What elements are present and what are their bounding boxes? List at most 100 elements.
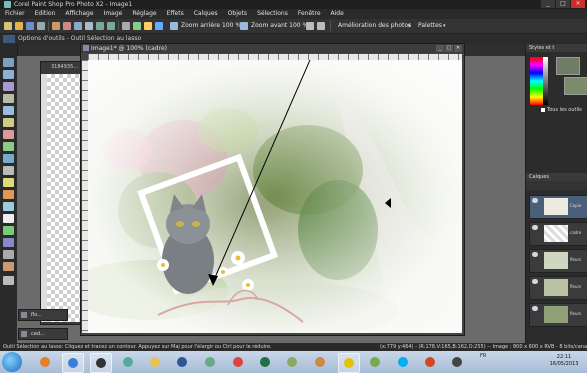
lasso-tool-icon[interactable] xyxy=(3,70,14,79)
all-tools-checkbox[interactable]: Tous les outils xyxy=(541,107,582,113)
undo-icon[interactable] xyxy=(96,22,104,30)
copy-icon[interactable] xyxy=(74,22,82,30)
red-eye-icon[interactable] xyxy=(3,130,14,139)
menu-objets[interactable]: Objets xyxy=(223,9,252,19)
layer-item[interactable]: fleurs xyxy=(529,303,587,327)
eraser-icon[interactable] xyxy=(3,190,14,199)
text-tool-icon[interactable] xyxy=(3,214,14,223)
image-window[interactable]: Image1* @ 100% (cadre) _ □ ✕ xyxy=(80,43,465,336)
menu-calques[interactable]: Calques xyxy=(189,9,223,19)
taskbar-dark-icon[interactable] xyxy=(447,353,467,371)
taskbar-psp-icon[interactable] xyxy=(90,353,112,373)
taskbar-image-icon[interactable] xyxy=(200,353,220,371)
picture-tube-icon[interactable] xyxy=(3,262,14,271)
taskbar-media-icon[interactable] xyxy=(35,353,55,371)
redo-icon[interactable] xyxy=(107,22,115,30)
checkbox-icon[interactable] xyxy=(541,108,545,112)
taskbar-excel-icon[interactable] xyxy=(255,353,275,371)
taskbar-skype-icon[interactable] xyxy=(393,353,413,371)
magic-wand-icon[interactable] xyxy=(3,118,14,127)
save-icon[interactable] xyxy=(26,22,34,30)
taskbar-ie-icon[interactable] xyxy=(62,353,84,373)
foreground-color-swatch[interactable] xyxy=(556,57,580,75)
image-maximize-button[interactable]: □ xyxy=(445,45,453,52)
visibility-eye-icon[interactable] xyxy=(532,279,538,284)
menu-reglage[interactable]: Réglage xyxy=(127,9,161,19)
minimize-button[interactable]: _ xyxy=(541,0,555,8)
actual-size-icon[interactable] xyxy=(317,22,325,30)
change-to-target-icon[interactable] xyxy=(3,166,14,175)
zoom-out-icon[interactable] xyxy=(240,22,248,30)
visibility-eye-icon[interactable] xyxy=(532,198,538,203)
taskbar-app-icon[interactable] xyxy=(282,353,302,371)
pan-tool-icon[interactable] xyxy=(3,58,14,67)
star-icon[interactable] xyxy=(144,22,152,30)
language-indicator[interactable]: FR xyxy=(480,353,486,359)
taskbar-ppt-icon[interactable] xyxy=(420,353,440,371)
print-icon[interactable] xyxy=(37,22,45,30)
pick-tool-icon[interactable] xyxy=(3,82,14,91)
taskbar-app2-icon[interactable] xyxy=(310,353,330,371)
layer-name: Copie xyxy=(570,203,582,208)
menu-image[interactable]: Image xyxy=(99,9,128,19)
image-minimize-button[interactable]: _ xyxy=(436,45,444,52)
taskbar-psp2-icon[interactable] xyxy=(365,353,385,371)
resize-icon[interactable] xyxy=(122,22,130,30)
taskbar-folder-icon[interactable] xyxy=(145,353,165,371)
taskbar-clock[interactable]: 22:11 16/05/2013 xyxy=(548,354,580,368)
chevron-down-icon[interactable]: ▾ xyxy=(408,21,411,31)
straighten-tool-icon[interactable] xyxy=(3,106,14,115)
menu-affichage[interactable]: Affichage xyxy=(60,9,98,19)
visibility-eye-icon[interactable] xyxy=(532,306,538,311)
menu-edition[interactable]: Edition xyxy=(30,9,61,19)
chevron-down-icon[interactable]: ▾ xyxy=(443,21,446,31)
fill-icon[interactable] xyxy=(3,202,14,211)
taskbar-chart-icon[interactable] xyxy=(118,353,138,371)
layer-item[interactable]: fleurs xyxy=(529,249,587,273)
image-close-button[interactable]: ✕ xyxy=(454,45,462,52)
fit-window-icon[interactable] xyxy=(306,22,314,30)
zoom-out-button[interactable]: Zoom avant 100 % xyxy=(251,21,308,31)
layer-item[interactable]: fleurs xyxy=(529,276,587,300)
start-button-icon[interactable] xyxy=(2,352,22,372)
visibility-eye-icon[interactable] xyxy=(532,225,538,230)
zoom-in-icon[interactable] xyxy=(170,22,178,30)
taskbar-word-icon[interactable] xyxy=(172,353,192,371)
taskbar-st-icon[interactable] xyxy=(338,353,360,373)
palettes-menu[interactable]: Palettes xyxy=(418,21,442,31)
pen-tool-icon[interactable] xyxy=(3,238,14,247)
maximize-button[interactable]: □ xyxy=(556,0,570,8)
preset-shape-icon[interactable] xyxy=(3,226,14,235)
visibility-eye-icon[interactable] xyxy=(532,252,538,257)
help-icon[interactable] xyxy=(155,22,163,30)
dropper-icon[interactable] xyxy=(3,154,14,163)
cut-icon[interactable] xyxy=(63,22,71,30)
more-tools-icon[interactable] xyxy=(3,276,14,285)
open-folder-icon[interactable] xyxy=(15,22,23,30)
image-canvas[interactable] xyxy=(88,60,462,333)
layer-item[interactable]: cadre xyxy=(529,222,587,246)
minimized-window-flo[interactable]: flo... xyxy=(18,309,68,321)
warp-tool-icon[interactable] xyxy=(3,250,14,259)
grayscale-strip[interactable] xyxy=(543,57,548,105)
menu-selections[interactable]: Sélections xyxy=(252,9,293,19)
paint-brush-icon[interactable] xyxy=(3,178,14,187)
minimized-window-cad[interactable]: cad... xyxy=(18,328,68,340)
zoom-in-button[interactable]: Zoom arrière 100 % xyxy=(181,21,241,31)
paste-icon[interactable] xyxy=(85,22,93,30)
new-file-icon[interactable] xyxy=(4,22,12,30)
background-color-swatch[interactable] xyxy=(564,77,587,95)
color-spectrum[interactable] xyxy=(530,57,543,105)
close-button[interactable]: ✕ xyxy=(571,0,585,8)
crop-tool-icon[interactable] xyxy=(3,94,14,103)
clone-brush-icon[interactable] xyxy=(3,142,14,151)
taskbar-chrome-icon[interactable] xyxy=(228,353,248,371)
menu-fenetre[interactable]: Fenêtre xyxy=(293,9,326,19)
menu-effets[interactable]: Effets xyxy=(162,9,189,19)
menu-fichier[interactable]: Fichier xyxy=(0,9,30,19)
scan-icon[interactable] xyxy=(52,22,60,30)
photo-improve-menu[interactable]: Amélioration des photos xyxy=(338,21,411,31)
effects-icon[interactable] xyxy=(133,22,141,30)
menu-aide[interactable]: Aide xyxy=(326,9,349,19)
layer-item[interactable]: Copie xyxy=(529,195,587,219)
